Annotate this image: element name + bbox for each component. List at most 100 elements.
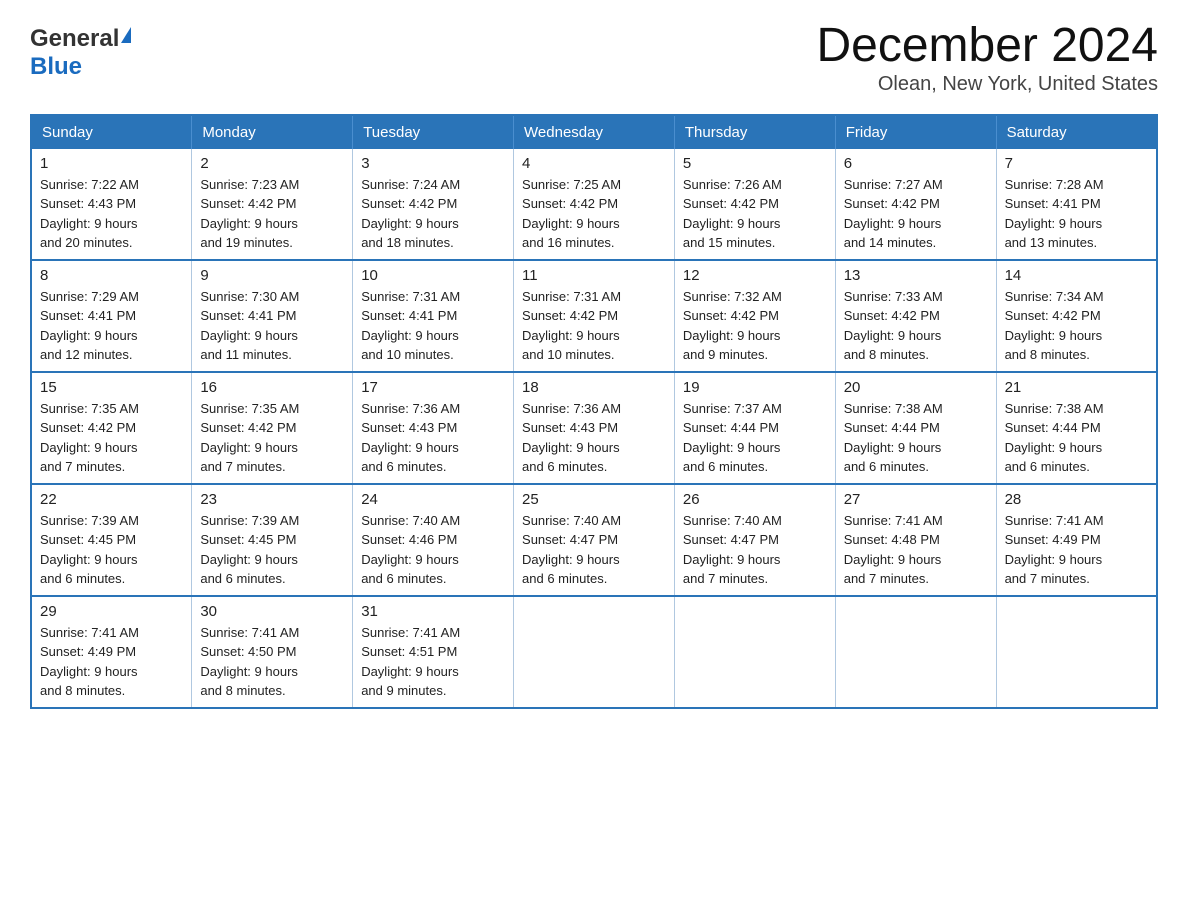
page-subtitle: Olean, New York, United States: [816, 73, 1158, 96]
day-info: Sunrise: 7:33 AMSunset: 4:42 PMDaylight:…: [844, 289, 943, 363]
day-info: Sunrise: 7:26 AMSunset: 4:42 PMDaylight:…: [683, 177, 782, 251]
calendar-cell: 22 Sunrise: 7:39 AMSunset: 4:45 PMDaylig…: [31, 484, 192, 596]
day-number: 11: [522, 267, 666, 284]
calendar-table: SundayMondayTuesdayWednesdayThursdayFrid…: [30, 114, 1158, 709]
calendar-cell: 26 Sunrise: 7:40 AMSunset: 4:47 PMDaylig…: [674, 484, 835, 596]
day-info: Sunrise: 7:23 AMSunset: 4:42 PMDaylight:…: [200, 177, 299, 251]
day-number: 18: [522, 379, 666, 396]
calendar-cell: 25 Sunrise: 7:40 AMSunset: 4:47 PMDaylig…: [514, 484, 675, 596]
day-number: 26: [683, 491, 827, 508]
day-info: Sunrise: 7:40 AMSunset: 4:46 PMDaylight:…: [361, 513, 460, 587]
day-number: 28: [1005, 491, 1148, 508]
day-number: 20: [844, 379, 988, 396]
day-info: Sunrise: 7:40 AMSunset: 4:47 PMDaylight:…: [683, 513, 782, 587]
day-number: 4: [522, 155, 666, 172]
calendar-cell: 21 Sunrise: 7:38 AMSunset: 4:44 PMDaylig…: [996, 372, 1157, 484]
calendar-cell: [835, 596, 996, 708]
calendar-cell: [674, 596, 835, 708]
day-info: Sunrise: 7:38 AMSunset: 4:44 PMDaylight:…: [844, 401, 943, 475]
calendar-cell: 17 Sunrise: 7:36 AMSunset: 4:43 PMDaylig…: [353, 372, 514, 484]
day-info: Sunrise: 7:24 AMSunset: 4:42 PMDaylight:…: [361, 177, 460, 251]
day-number: 25: [522, 491, 666, 508]
calendar-cell: 16 Sunrise: 7:35 AMSunset: 4:42 PMDaylig…: [192, 372, 353, 484]
day-number: 19: [683, 379, 827, 396]
day-info: Sunrise: 7:27 AMSunset: 4:42 PMDaylight:…: [844, 177, 943, 251]
day-number: 21: [1005, 379, 1148, 396]
day-number: 12: [683, 267, 827, 284]
day-info: Sunrise: 7:31 AMSunset: 4:42 PMDaylight:…: [522, 289, 621, 363]
calendar-cell: [996, 596, 1157, 708]
weekday-header-friday: Friday: [835, 115, 996, 149]
day-number: 7: [1005, 155, 1148, 172]
calendar-cell: [514, 596, 675, 708]
day-number: 3: [361, 155, 505, 172]
day-info: Sunrise: 7:31 AMSunset: 4:41 PMDaylight:…: [361, 289, 460, 363]
logo-blue-text: Blue: [30, 53, 82, 81]
day-number: 1: [40, 155, 183, 172]
calendar-cell: 15 Sunrise: 7:35 AMSunset: 4:42 PMDaylig…: [31, 372, 192, 484]
calendar-cell: 5 Sunrise: 7:26 AMSunset: 4:42 PMDayligh…: [674, 149, 835, 260]
day-info: Sunrise: 7:25 AMSunset: 4:42 PMDaylight:…: [522, 177, 621, 251]
day-info: Sunrise: 7:35 AMSunset: 4:42 PMDaylight:…: [200, 401, 299, 475]
day-info: Sunrise: 7:39 AMSunset: 4:45 PMDaylight:…: [40, 513, 139, 587]
calendar-header-row: SundayMondayTuesdayWednesdayThursdayFrid…: [31, 115, 1157, 149]
title-block: December 2024 Olean, New York, United St…: [816, 20, 1158, 96]
calendar-cell: 7 Sunrise: 7:28 AMSunset: 4:41 PMDayligh…: [996, 149, 1157, 260]
weekday-header-sunday: Sunday: [31, 115, 192, 149]
day-number: 30: [200, 603, 344, 620]
day-number: 10: [361, 267, 505, 284]
day-info: Sunrise: 7:41 AMSunset: 4:48 PMDaylight:…: [844, 513, 943, 587]
logo: General Blue: [30, 20, 131, 81]
day-number: 15: [40, 379, 183, 396]
logo-general-text: General: [30, 25, 119, 53]
day-info: Sunrise: 7:36 AMSunset: 4:43 PMDaylight:…: [361, 401, 460, 475]
day-info: Sunrise: 7:22 AMSunset: 4:43 PMDaylight:…: [40, 177, 139, 251]
calendar-cell: 19 Sunrise: 7:37 AMSunset: 4:44 PMDaylig…: [674, 372, 835, 484]
calendar-cell: 1 Sunrise: 7:22 AMSunset: 4:43 PMDayligh…: [31, 149, 192, 260]
day-info: Sunrise: 7:36 AMSunset: 4:43 PMDaylight:…: [522, 401, 621, 475]
day-number: 17: [361, 379, 505, 396]
calendar-cell: 24 Sunrise: 7:40 AMSunset: 4:46 PMDaylig…: [353, 484, 514, 596]
day-number: 8: [40, 267, 183, 284]
day-info: Sunrise: 7:40 AMSunset: 4:47 PMDaylight:…: [522, 513, 621, 587]
day-info: Sunrise: 7:29 AMSunset: 4:41 PMDaylight:…: [40, 289, 139, 363]
calendar-week-3: 15 Sunrise: 7:35 AMSunset: 4:42 PMDaylig…: [31, 372, 1157, 484]
day-number: 16: [200, 379, 344, 396]
weekday-header-monday: Monday: [192, 115, 353, 149]
calendar-cell: 9 Sunrise: 7:30 AMSunset: 4:41 PMDayligh…: [192, 260, 353, 372]
day-number: 5: [683, 155, 827, 172]
calendar-cell: 31 Sunrise: 7:41 AMSunset: 4:51 PMDaylig…: [353, 596, 514, 708]
day-info: Sunrise: 7:41 AMSunset: 4:51 PMDaylight:…: [361, 625, 460, 699]
calendar-cell: 8 Sunrise: 7:29 AMSunset: 4:41 PMDayligh…: [31, 260, 192, 372]
day-number: 23: [200, 491, 344, 508]
day-number: 24: [361, 491, 505, 508]
day-info: Sunrise: 7:35 AMSunset: 4:42 PMDaylight:…: [40, 401, 139, 475]
calendar-week-4: 22 Sunrise: 7:39 AMSunset: 4:45 PMDaylig…: [31, 484, 1157, 596]
day-info: Sunrise: 7:41 AMSunset: 4:49 PMDaylight:…: [40, 625, 139, 699]
calendar-week-5: 29 Sunrise: 7:41 AMSunset: 4:49 PMDaylig…: [31, 596, 1157, 708]
calendar-cell: 11 Sunrise: 7:31 AMSunset: 4:42 PMDaylig…: [514, 260, 675, 372]
weekday-header-thursday: Thursday: [674, 115, 835, 149]
day-number: 13: [844, 267, 988, 284]
day-number: 31: [361, 603, 505, 620]
calendar-cell: 2 Sunrise: 7:23 AMSunset: 4:42 PMDayligh…: [192, 149, 353, 260]
day-info: Sunrise: 7:32 AMSunset: 4:42 PMDaylight:…: [683, 289, 782, 363]
calendar-cell: 28 Sunrise: 7:41 AMSunset: 4:49 PMDaylig…: [996, 484, 1157, 596]
day-info: Sunrise: 7:28 AMSunset: 4:41 PMDaylight:…: [1005, 177, 1104, 251]
day-number: 6: [844, 155, 988, 172]
calendar-week-1: 1 Sunrise: 7:22 AMSunset: 4:43 PMDayligh…: [31, 149, 1157, 260]
calendar-cell: 27 Sunrise: 7:41 AMSunset: 4:48 PMDaylig…: [835, 484, 996, 596]
calendar-cell: 4 Sunrise: 7:25 AMSunset: 4:42 PMDayligh…: [514, 149, 675, 260]
day-number: 29: [40, 603, 183, 620]
weekday-header-wednesday: Wednesday: [514, 115, 675, 149]
page-header: General Blue December 2024 Olean, New Yo…: [30, 20, 1158, 96]
day-number: 2: [200, 155, 344, 172]
day-info: Sunrise: 7:41 AMSunset: 4:49 PMDaylight:…: [1005, 513, 1104, 587]
calendar-cell: 3 Sunrise: 7:24 AMSunset: 4:42 PMDayligh…: [353, 149, 514, 260]
weekday-header-tuesday: Tuesday: [353, 115, 514, 149]
day-number: 27: [844, 491, 988, 508]
weekday-header-saturday: Saturday: [996, 115, 1157, 149]
day-info: Sunrise: 7:39 AMSunset: 4:45 PMDaylight:…: [200, 513, 299, 587]
day-number: 14: [1005, 267, 1148, 284]
day-number: 22: [40, 491, 183, 508]
